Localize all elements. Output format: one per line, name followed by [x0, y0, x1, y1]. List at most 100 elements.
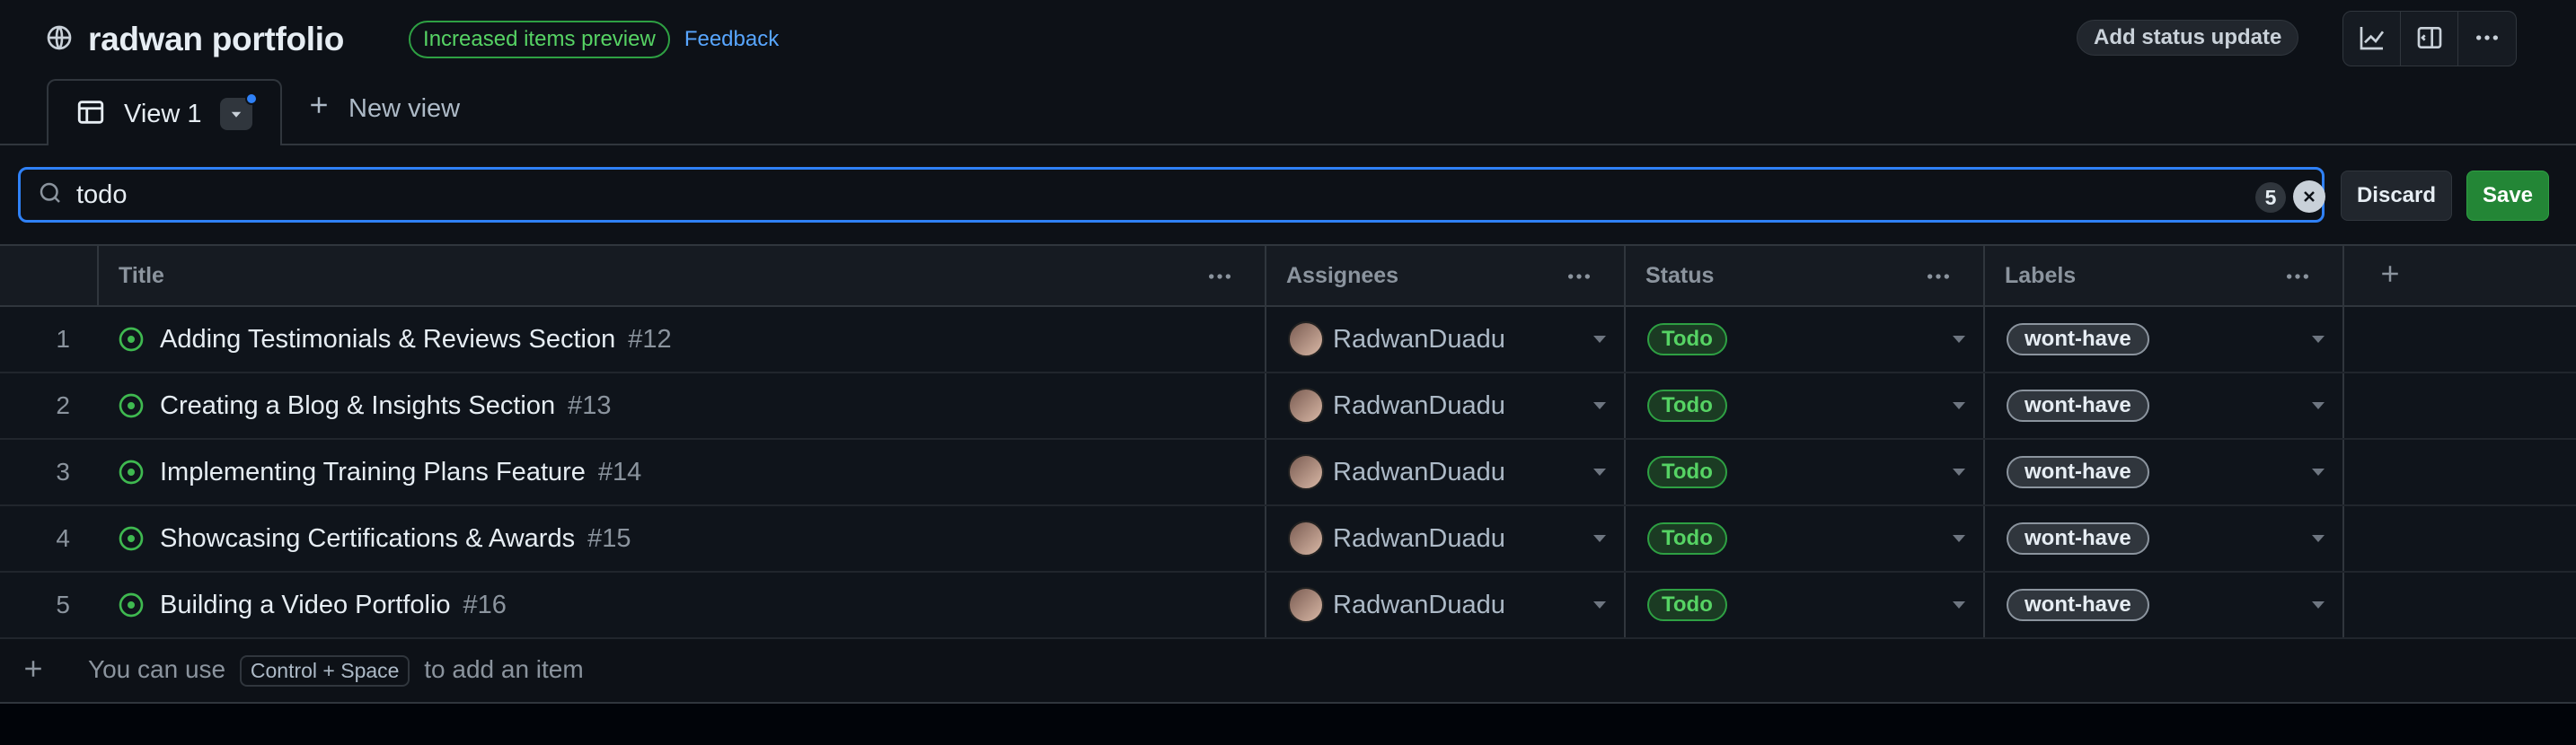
header-status[interactable]: Status	[1626, 246, 1985, 305]
view-options-button[interactable]	[219, 92, 258, 130]
globe-icon	[45, 23, 74, 57]
title-cell[interactable]: Building a Video Portfolio #16	[99, 573, 1266, 637]
assignee-name: RadwanDuadu	[1333, 390, 1505, 420]
status-badge: Todo	[1647, 522, 1727, 555]
preview-pill[interactable]: Increased items preview	[409, 21, 670, 58]
empty-cell	[2344, 373, 2576, 438]
header-label: Status	[1645, 262, 1715, 288]
more-options-button[interactable]	[2458, 12, 2516, 66]
header-title[interactable]: Title	[99, 246, 1266, 305]
chevron-down-icon[interactable]	[1593, 402, 1606, 409]
table-row[interactable]: 2 Creating a Blog & Insights Section #13…	[0, 373, 2576, 440]
chevron-down-icon[interactable]	[1953, 469, 1965, 476]
plus-icon[interactable]	[20, 655, 47, 687]
assignee-name: RadwanDuadu	[1333, 590, 1505, 619]
table-row[interactable]: 4 Showcasing Certifications & Awards #15…	[0, 506, 2576, 573]
label-badge: wont-have	[2007, 390, 2149, 422]
open-issue-icon	[119, 327, 144, 352]
header-label: Labels	[2005, 262, 2077, 288]
panel-toggle-button[interactable]	[2401, 12, 2458, 66]
kebab-icon[interactable]	[1205, 262, 1234, 297]
empty-cell	[2344, 573, 2576, 637]
header-assignees[interactable]: Assignees	[1266, 246, 1626, 305]
assignee-cell[interactable]: RadwanDuadu	[1266, 573, 1626, 637]
chevron-down-icon[interactable]	[1593, 601, 1606, 609]
labels-cell[interactable]: wont-have	[1985, 307, 2344, 372]
kebab-icon[interactable]	[1565, 262, 1593, 297]
chevron-down-icon[interactable]	[2312, 336, 2325, 343]
add-item-row[interactable]: You can use Control + Space to add an it…	[0, 639, 2576, 704]
hint-prefix: You can use	[88, 654, 226, 683]
issue-number: #16	[463, 590, 507, 619]
add-field-button[interactable]	[2344, 246, 2576, 305]
labels-cell[interactable]: wont-have	[1985, 373, 2344, 438]
chevron-down-icon[interactable]	[2312, 469, 2325, 476]
chevron-down-icon[interactable]	[2312, 535, 2325, 542]
table-row[interactable]: 5 Building a Video Portfolio #16 RadwanD…	[0, 573, 2576, 639]
status-badge: Todo	[1647, 456, 1727, 488]
assignee-cell[interactable]: RadwanDuadu	[1266, 440, 1626, 504]
kebab-icon	[2473, 23, 2501, 57]
chevron-down-icon[interactable]	[1953, 535, 1965, 542]
table-row[interactable]: 3 Implementing Training Plans Feature #1…	[0, 440, 2576, 506]
title-cell[interactable]: Implementing Training Plans Feature #14	[99, 440, 1266, 504]
issue-number: #15	[587, 523, 631, 553]
status-cell[interactable]: Todo	[1626, 440, 1985, 504]
filter-bar: todo 5 Discard Save	[0, 145, 2576, 246]
table-row[interactable]: 1 Adding Testimonials & Reviews Section …	[0, 307, 2576, 373]
kebab-icon[interactable]	[1924, 262, 1953, 297]
insights-button[interactable]	[2343, 12, 2401, 66]
clear-search-button[interactable]	[2293, 180, 2325, 213]
save-button[interactable]: Save	[2466, 171, 2549, 221]
keyboard-shortcut: Control + Space	[239, 654, 410, 687]
issue-title-link[interactable]: Creating a Blog & Insights Section	[160, 391, 555, 421]
header-label: Assignees	[1286, 262, 1399, 288]
chevron-down-icon[interactable]	[1953, 336, 1965, 343]
chevron-down-icon[interactable]	[1593, 336, 1606, 343]
avatar	[1288, 321, 1324, 357]
issue-title-link[interactable]: Adding Testimonials & Reviews Section	[160, 325, 615, 355]
table-header: Title Assignees Status Labels	[0, 246, 2576, 307]
issue-title-link[interactable]: Implementing Training Plans Feature	[160, 458, 586, 487]
search-input[interactable]: todo 5	[18, 167, 2325, 223]
chevron-down-icon[interactable]	[1593, 469, 1606, 476]
tab-view-1[interactable]: View 1	[47, 79, 282, 147]
status-cell[interactable]: Todo	[1626, 573, 1985, 637]
assignee-cell[interactable]: RadwanDuadu	[1266, 506, 1626, 571]
status-badge: Todo	[1647, 589, 1727, 621]
title-cell[interactable]: Showcasing Certifications & Awards #15	[99, 506, 1266, 571]
row-number: 3	[56, 458, 70, 486]
assignee-cell[interactable]: RadwanDuadu	[1266, 373, 1626, 438]
chevron-down-icon[interactable]	[2312, 601, 2325, 609]
chevron-down-icon[interactable]	[1593, 535, 1606, 542]
labels-cell[interactable]: wont-have	[1985, 506, 2344, 571]
tab-label: View 1	[124, 99, 202, 128]
discard-button[interactable]: Discard	[2341, 171, 2452, 221]
project-header: radwan portfolio Increased items preview…	[0, 0, 2576, 147]
issue-number: #14	[597, 457, 642, 486]
feedback-link[interactable]: Feedback	[684, 27, 779, 52]
hint-suffix: to add an item	[424, 654, 584, 683]
assignee-cell[interactable]: RadwanDuadu	[1266, 307, 1626, 372]
open-issue-icon	[119, 393, 144, 418]
issue-title-link[interactable]: Building a Video Portfolio	[160, 591, 451, 620]
chevron-down-icon[interactable]	[1953, 601, 1965, 609]
add-status-update-button[interactable]: Add status update	[2077, 20, 2299, 56]
row-number: 2	[56, 391, 70, 419]
kebab-icon[interactable]	[2283, 262, 2312, 297]
new-view-label: New view	[348, 93, 461, 123]
status-cell[interactable]: Todo	[1626, 373, 1985, 438]
issue-title-link[interactable]: Showcasing Certifications & Awards	[160, 524, 575, 554]
title-cell[interactable]: Adding Testimonials & Reviews Section #1…	[99, 307, 1266, 372]
chevron-down-icon[interactable]	[2312, 402, 2325, 409]
table-icon	[75, 97, 106, 132]
chevron-down-icon[interactable]	[1953, 402, 1965, 409]
row-number: 5	[56, 591, 70, 618]
labels-cell[interactable]: wont-have	[1985, 440, 2344, 504]
title-cell[interactable]: Creating a Blog & Insights Section #13	[99, 373, 1266, 438]
new-view-button[interactable]: New view	[305, 92, 460, 126]
labels-cell[interactable]: wont-have	[1985, 573, 2344, 637]
header-labels[interactable]: Labels	[1985, 246, 2344, 305]
status-cell[interactable]: Todo	[1626, 506, 1985, 571]
status-cell[interactable]: Todo	[1626, 307, 1985, 372]
